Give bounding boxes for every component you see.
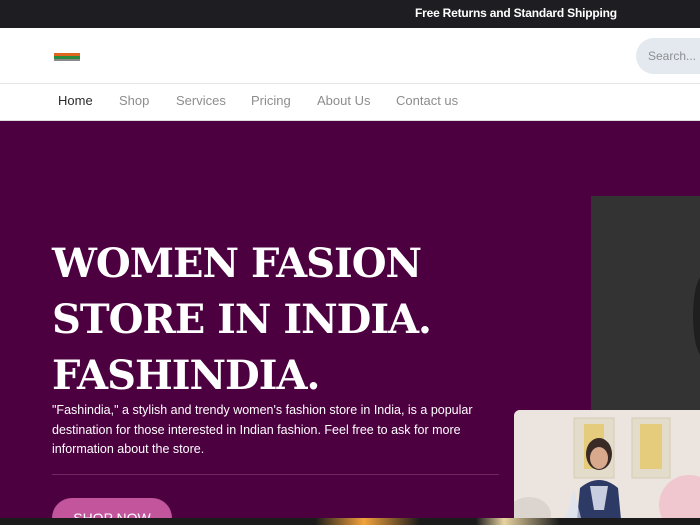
hero-model-photo <box>591 196 700 436</box>
announcement-text: Free Returns and Standard Shipping <box>415 6 617 20</box>
hero-divider <box>52 474 499 475</box>
nav-item-services[interactable]: Services <box>176 93 226 108</box>
next-section-banner <box>0 518 700 525</box>
announcement-bar: Free Returns and Standard Shipping <box>0 0 700 28</box>
hero-description: "Fashindia," a stylish and trendy women'… <box>52 403 473 456</box>
search-input[interactable] <box>636 38 700 74</box>
hero-section: WOMEN FASION STORE IN INDIA. FASHINDIA. … <box>0 121 700 525</box>
nav-item-home[interactable]: Home <box>58 93 93 108</box>
nav-item-about-us[interactable]: About Us <box>317 93 370 108</box>
main-nav: Home Shop Services Pricing About Us Cont… <box>0 84 700 121</box>
hero-title-line: FASHINDIA. <box>52 352 320 399</box>
hero-title-line: WOMEN FASION <box>52 240 422 287</box>
site-logo[interactable] <box>54 53 80 61</box>
hero-title-line: STORE IN INDIA. <box>52 296 432 343</box>
nav-item-pricing[interactable]: Pricing <box>251 93 291 108</box>
hero-title: WOMEN FASION STORE IN INDIA. FASHINDIA. <box>52 236 512 404</box>
nav-item-contact-us[interactable]: Contact us <box>396 93 458 108</box>
site-header <box>0 28 700 84</box>
featured-model-photo <box>514 410 700 525</box>
nav-item-shop[interactable]: Shop <box>119 93 149 108</box>
